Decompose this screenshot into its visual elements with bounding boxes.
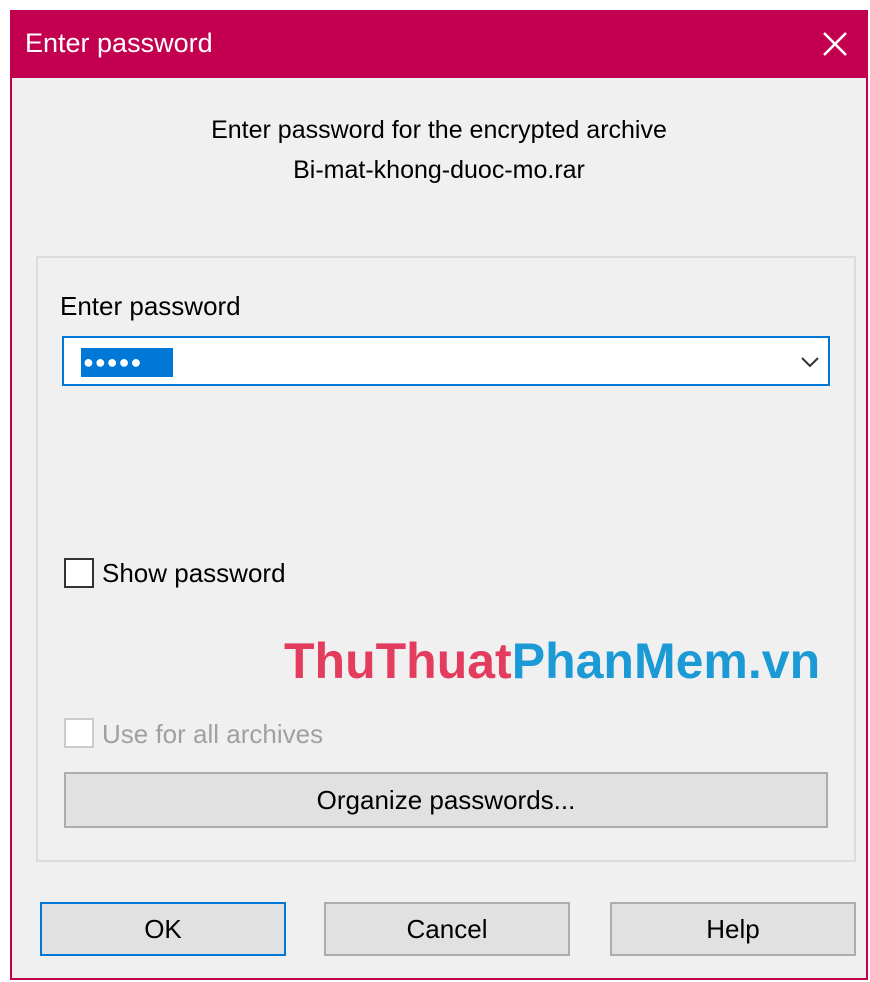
header-text: Enter password for the encrypted archive xyxy=(211,116,667,144)
help-button[interactable]: Help xyxy=(610,902,856,956)
show-password-label[interactable]: Show password xyxy=(102,558,286,589)
watermark: ThuThuatPhanMem.vn xyxy=(284,632,820,690)
password-dialog: Enter password Enter password for the en… xyxy=(10,10,868,980)
show-password-checkbox[interactable] xyxy=(64,558,94,588)
dialog-title: Enter password xyxy=(25,28,213,58)
organize-passwords-button[interactable]: Organize passwords... xyxy=(64,772,828,828)
archive-filename: Bi-mat-khong-duoc-mo.rar xyxy=(293,156,585,184)
close-icon xyxy=(823,32,847,56)
password-value[interactable]: ●●●●● xyxy=(81,348,173,377)
use-for-all-checkbox xyxy=(64,718,94,748)
password-label: Enter password xyxy=(60,291,241,321)
ok-button[interactable]: OK xyxy=(40,902,286,956)
chevron-down-icon[interactable] xyxy=(798,350,822,374)
title-bar: Enter password xyxy=(12,10,866,78)
use-for-all-label: Use for all archives xyxy=(102,719,324,749)
watermark-part2: PhanMem.vn xyxy=(511,633,821,689)
password-combobox[interactable]: ●●●●● xyxy=(62,336,830,386)
close-button[interactable] xyxy=(804,10,866,78)
watermark-part1: ThuThuat xyxy=(284,633,512,689)
cancel-button[interactable]: Cancel xyxy=(324,902,570,956)
